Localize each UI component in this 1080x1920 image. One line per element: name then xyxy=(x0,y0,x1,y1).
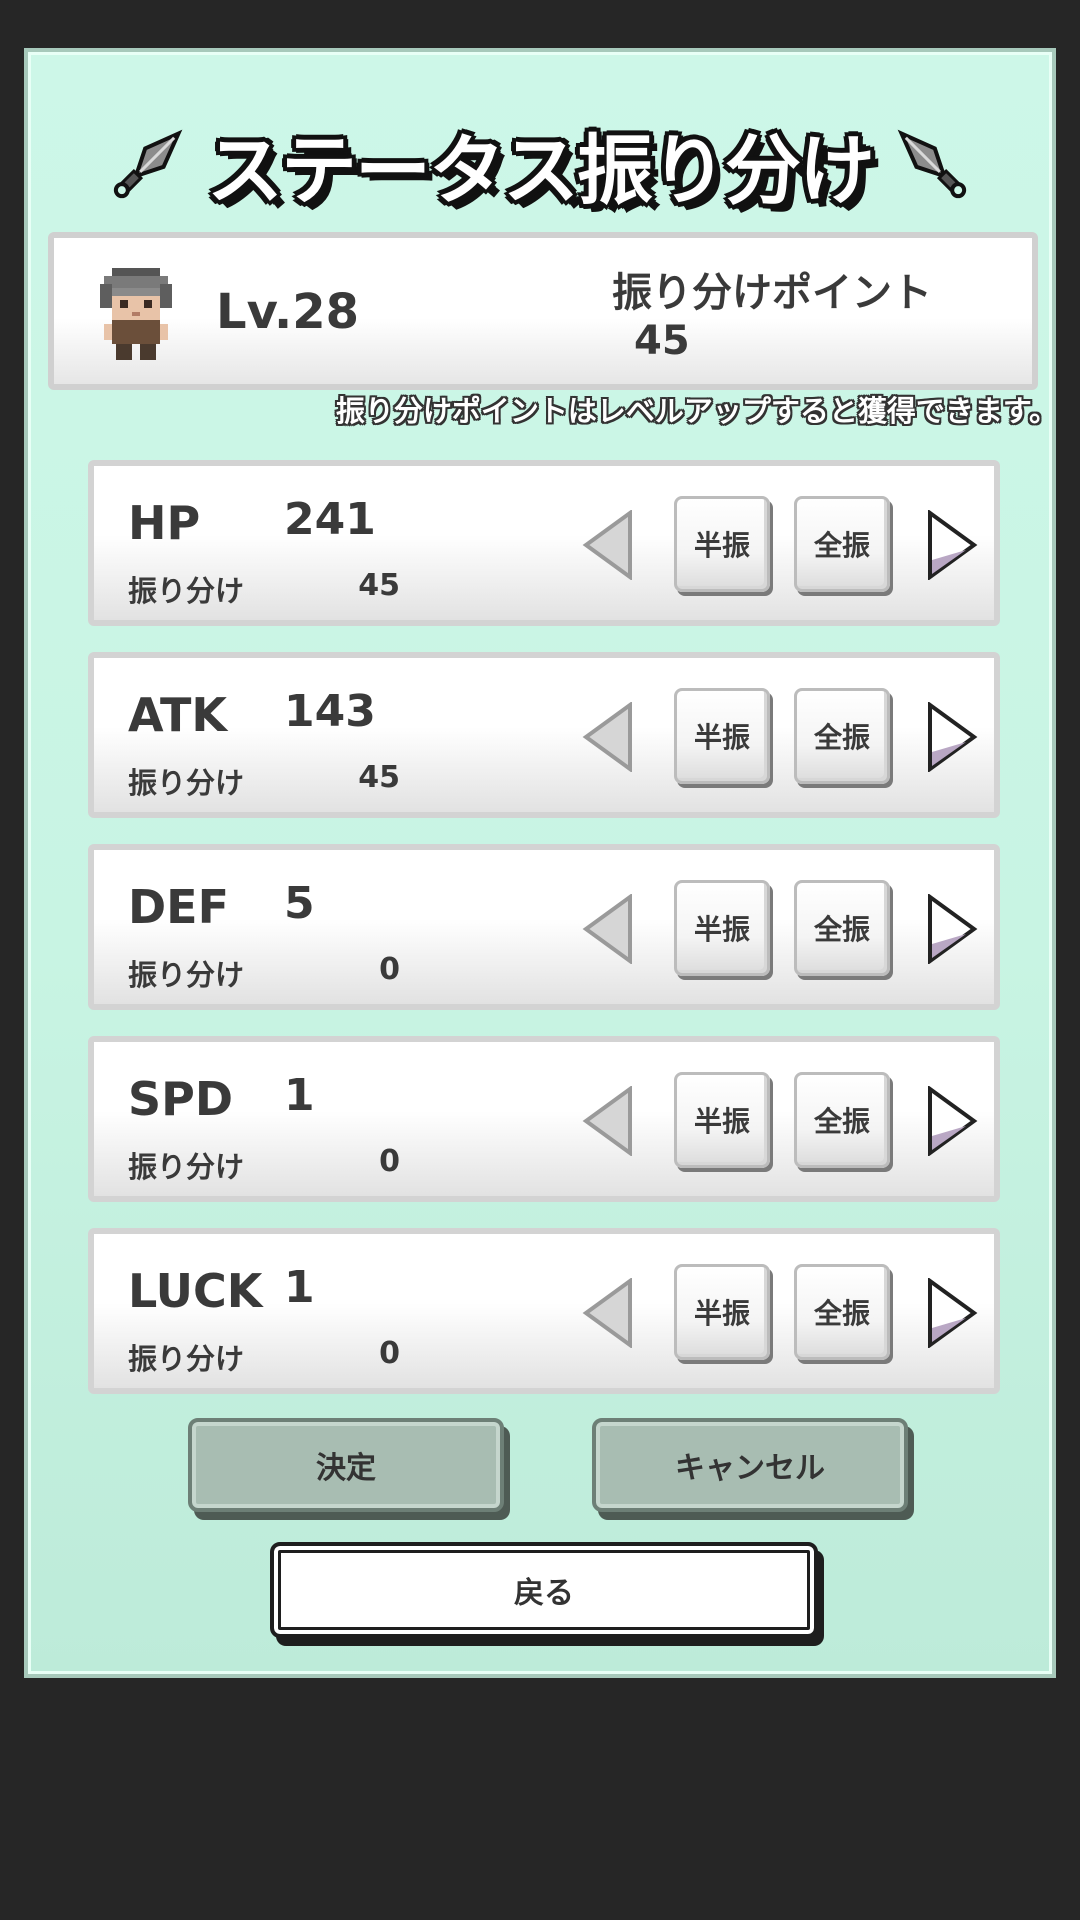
half-allocate-button[interactable]: 半振 xyxy=(674,1264,770,1360)
allocation-label: 振り分け xyxy=(128,574,245,608)
full-allocate-button[interactable]: 全振 xyxy=(794,496,890,592)
allocation-value: 45 xyxy=(358,760,400,795)
allocation-value: 45 xyxy=(358,568,400,603)
full-allocate-button[interactable]: 全振 xyxy=(794,688,890,784)
increase-arrow-icon[interactable] xyxy=(926,702,978,772)
stat-name: LUCK xyxy=(128,1264,263,1318)
player-level: Lv.28 xyxy=(216,284,359,340)
allocation-value: 0 xyxy=(379,1144,400,1179)
back-button[interactable]: 戻る xyxy=(270,1542,818,1638)
decrease-arrow-icon[interactable] xyxy=(582,702,634,772)
stat-value: 241 xyxy=(284,494,376,545)
allocation-value: 0 xyxy=(379,952,400,987)
allocation-label: 振り分け xyxy=(128,1150,245,1184)
allocation-points-label: 振り分けポイント xyxy=(612,270,932,316)
allocation-label: 振り分け xyxy=(128,766,245,800)
increase-arrow-icon[interactable] xyxy=(926,510,978,580)
half-allocate-button[interactable]: 半振 xyxy=(674,880,770,976)
half-allocate-button[interactable]: 半振 xyxy=(674,688,770,784)
title-row: ステータス振り分け xyxy=(28,104,1052,224)
stat-name: SPD xyxy=(128,1072,234,1126)
increase-arrow-icon[interactable] xyxy=(926,894,978,964)
decrease-arrow-icon[interactable] xyxy=(582,1278,634,1348)
increase-arrow-icon[interactable] xyxy=(926,1278,978,1348)
kunai-icon xyxy=(897,129,967,199)
kunai-icon xyxy=(113,129,183,199)
stat-row-atk: ATK 143 振り分け 45 半振 全振 xyxy=(88,652,1000,818)
full-allocate-button[interactable]: 全振 xyxy=(794,880,890,976)
decide-button[interactable]: 決定 xyxy=(188,1418,504,1512)
stat-name: ATK xyxy=(128,688,228,742)
half-allocate-button[interactable]: 半振 xyxy=(674,496,770,592)
cancel-button[interactable]: キャンセル xyxy=(592,1418,908,1512)
player-info-box: Lv.28 振り分けポイント 45 xyxy=(48,232,1038,390)
stat-value: 1 xyxy=(284,1262,315,1313)
stat-name: HP xyxy=(128,496,201,550)
full-allocate-button[interactable]: 全振 xyxy=(794,1264,890,1360)
decrease-arrow-icon[interactable] xyxy=(582,894,634,964)
stat-row-spd: SPD 1 振り分け 0 半振 全振 xyxy=(88,1036,1000,1202)
character-sprite xyxy=(100,268,172,360)
half-allocate-button[interactable]: 半振 xyxy=(674,1072,770,1168)
page-title: ステータス振り分け xyxy=(207,126,875,215)
stat-row-luck: LUCK 1 振り分け 0 半振 全振 xyxy=(88,1228,1000,1394)
allocation-value: 0 xyxy=(379,1336,400,1371)
stat-row-def: DEF 5 振り分け 0 半振 全振 xyxy=(88,844,1000,1010)
allocation-points-value: 45 xyxy=(634,318,690,364)
decrease-arrow-icon[interactable] xyxy=(582,510,634,580)
stat-name: DEF xyxy=(128,880,230,934)
status-allocation-panel: ステータス振り分け Lv.28 振り分けポイント 45 振り分けポイントはレベル… xyxy=(24,48,1058,1678)
full-allocate-button[interactable]: 全振 xyxy=(794,1072,890,1168)
stat-value: 1 xyxy=(284,1070,315,1121)
allocation-label: 振り分け xyxy=(128,958,245,992)
increase-arrow-icon[interactable] xyxy=(926,1086,978,1156)
hint-text: 振り分けポイントはレベルアップすると獲得できます。 xyxy=(335,394,1058,428)
stat-value: 143 xyxy=(284,686,376,737)
decrease-arrow-icon[interactable] xyxy=(582,1086,634,1156)
stat-value: 5 xyxy=(284,878,315,929)
allocation-label: 振り分け xyxy=(128,1342,245,1376)
stat-row-hp: HP 241 振り分け 45 半振 全振 xyxy=(88,460,1000,626)
